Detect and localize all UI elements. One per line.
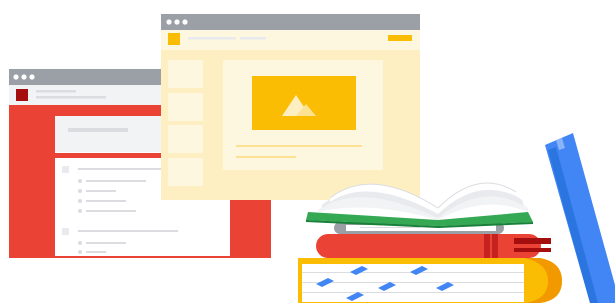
learning-illustration bbox=[9, 14, 615, 303]
back-window-dot-3 bbox=[29, 74, 35, 80]
gray-book-page-line bbox=[360, 227, 420, 228]
front-window-dot-2 bbox=[174, 19, 180, 25]
front-window-favicon bbox=[168, 33, 180, 45]
red-book-spine-shade bbox=[492, 234, 498, 258]
front-window-chrome bbox=[161, 14, 420, 30]
front-window-dot-3 bbox=[182, 19, 188, 25]
back-window-dot-2 bbox=[21, 74, 27, 80]
red-book-spine-shade bbox=[484, 234, 490, 258]
back-window-favicon bbox=[16, 89, 28, 101]
red-book-band bbox=[514, 238, 551, 244]
red-book-band bbox=[514, 248, 551, 252]
back-window-toolbar-line bbox=[36, 96, 106, 99]
image-placeholder-icon bbox=[252, 76, 356, 130]
front-browser-window bbox=[161, 14, 420, 200]
front-window-toolbar-line bbox=[240, 37, 266, 40]
content-text-line bbox=[236, 156, 296, 158]
front-window-dot-1 bbox=[166, 19, 172, 25]
back-window-doc-title-line bbox=[68, 128, 128, 132]
front-window-toolbar-button bbox=[388, 35, 412, 41]
back-window-toolbar-line bbox=[36, 90, 76, 93]
book-stack-icon bbox=[298, 182, 562, 303]
front-window-toolbar-line bbox=[188, 37, 236, 40]
content-text-line bbox=[236, 145, 362, 147]
front-window-toolbar bbox=[161, 30, 420, 50]
back-window-dot-1 bbox=[13, 74, 19, 80]
red-book bbox=[316, 234, 541, 258]
